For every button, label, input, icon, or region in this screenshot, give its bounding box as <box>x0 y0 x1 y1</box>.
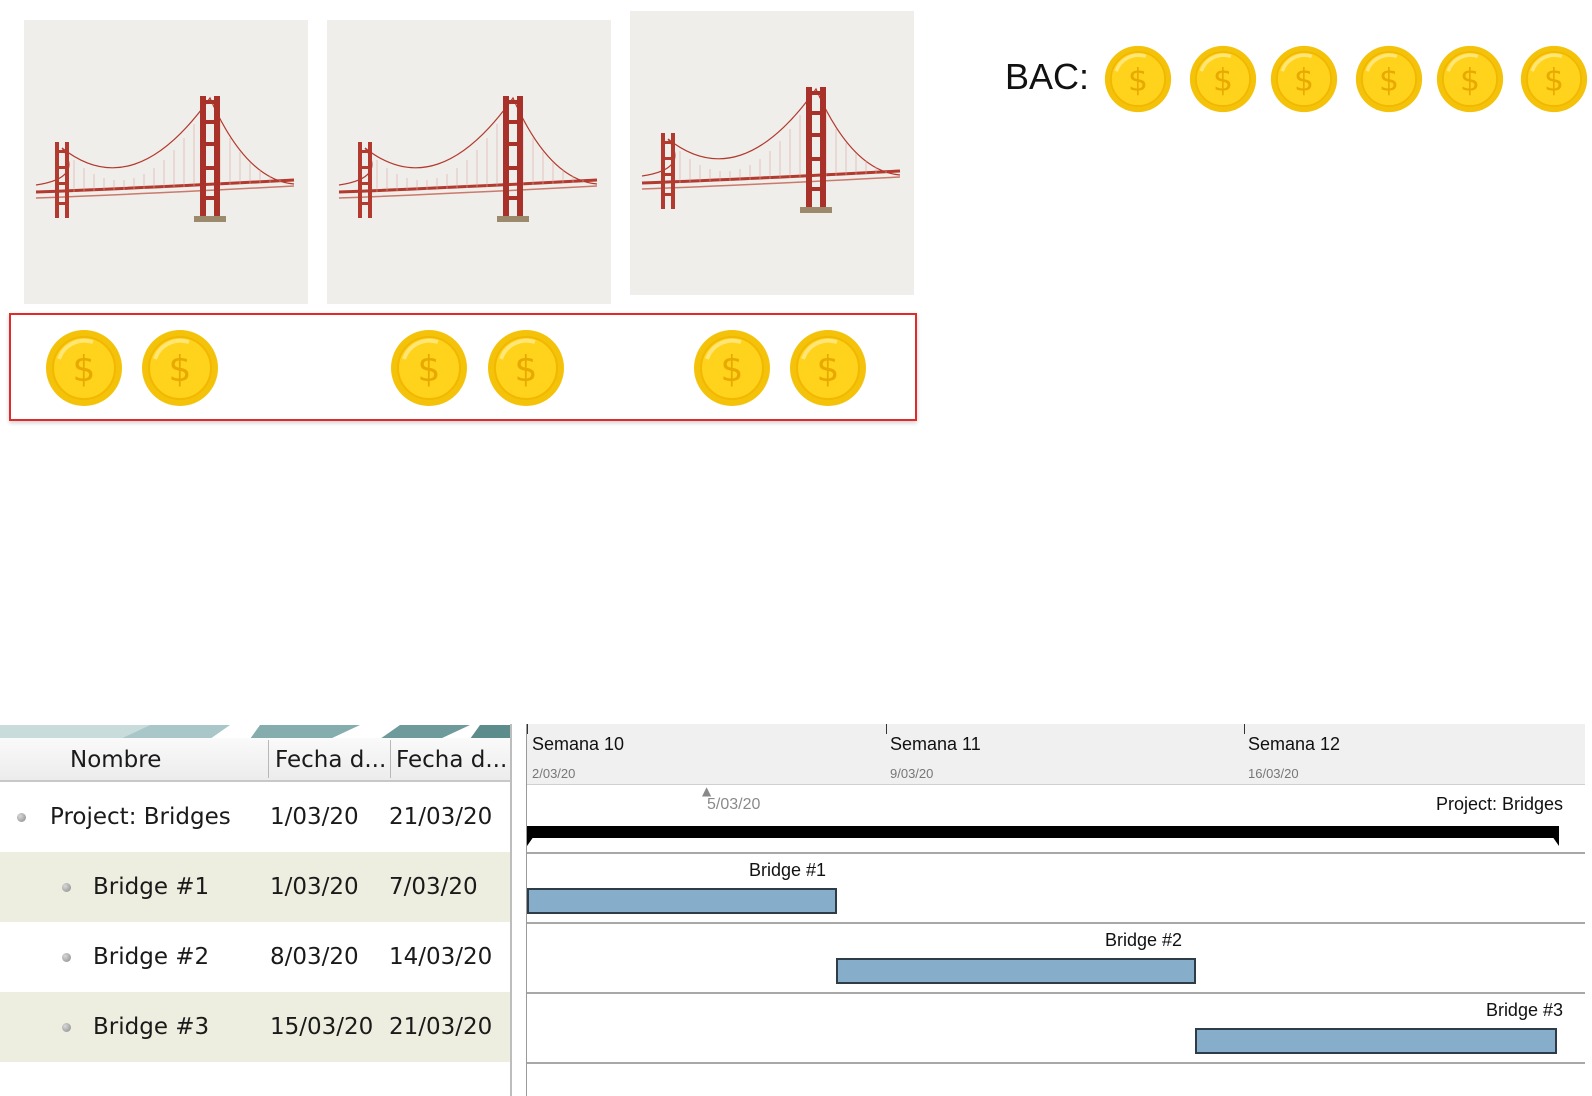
coin-icon: $ <box>45 329 123 407</box>
timeline-header: Semana 10 2/03/20 Semana 11 9/03/20 Sema… <box>527 724 1585 785</box>
bridge-image-2 <box>327 20 611 304</box>
table-header: Nombre Fecha d... Fecha d... <box>0 738 510 782</box>
task-end: 21/03/20 <box>389 804 493 830</box>
svg-text:$: $ <box>1379 62 1399 98</box>
coin-icon: $ <box>1355 45 1423 113</box>
coin-icon: $ <box>789 329 867 407</box>
svg-text:$: $ <box>418 349 441 390</box>
summary-end-cap-icon <box>1545 826 1559 846</box>
bridge-image-3 <box>630 11 914 295</box>
task-start: 1/03/20 <box>270 874 359 900</box>
svg-text:$: $ <box>1213 62 1233 98</box>
gantt-chart: Semana 10 2/03/20 Semana 11 9/03/20 Sema… <box>526 724 1585 1096</box>
task-start: 15/03/20 <box>270 1014 374 1040</box>
task-bar[interactable] <box>1195 1028 1557 1054</box>
week-label: Semana 12 <box>1248 734 1341 754</box>
coin-icon: $ <box>1520 45 1588 113</box>
column-header-end[interactable]: Fecha d... <box>396 738 508 780</box>
week-date: 2/03/20 <box>532 766 576 781</box>
week-date: 16/03/20 <box>1248 766 1299 781</box>
task-bar[interactable] <box>836 958 1196 984</box>
bar-label: Bridge #3 <box>1485 1000 1563 1020</box>
week-label: Semana 11 <box>890 734 981 754</box>
svg-text:$: $ <box>1544 62 1564 98</box>
column-header-start[interactable]: Fecha d... <box>275 738 387 780</box>
today-label: 5/03/20 <box>707 796 761 813</box>
coin-icon: $ <box>487 329 565 407</box>
coin-icon: $ <box>693 329 771 407</box>
gantt-task-table: Nombre Fecha d... Fecha d... Project: Br… <box>0 724 512 1096</box>
coin-icon: $ <box>1270 45 1338 113</box>
bullet-icon <box>17 813 26 822</box>
task-name: Bridge #3 <box>93 1014 210 1040</box>
svg-text:$: $ <box>1294 62 1314 98</box>
task-start: 1/03/20 <box>270 804 359 830</box>
task-end: 7/03/20 <box>389 874 478 900</box>
bullet-icon <box>62 883 71 892</box>
table-row[interactable]: Bridge #1 1/03/20 7/03/20 <box>0 852 510 922</box>
header-decoration <box>0 724 510 738</box>
summary-start-cap-icon <box>527 826 541 846</box>
coin-icon: $ <box>390 329 468 407</box>
svg-text:$: $ <box>73 349 96 390</box>
svg-text:$: $ <box>1128 62 1148 98</box>
bridge-image-1 <box>24 20 308 304</box>
week-label: Semana 10 <box>532 734 625 754</box>
table-row[interactable]: Project: Bridges 1/03/20 21/03/20 <box>0 782 510 852</box>
task-bar[interactable] <box>527 888 837 914</box>
table-row[interactable]: Bridge #3 15/03/20 21/03/20 <box>0 992 510 1062</box>
bac-label: BAC: <box>1005 56 1090 97</box>
bullet-icon <box>62 953 71 962</box>
svg-text:$: $ <box>817 349 840 390</box>
task-name: Bridge #2 <box>93 944 210 970</box>
task-end: 14/03/20 <box>389 944 493 970</box>
column-header-name[interactable]: Nombre <box>70 738 161 780</box>
project-summary-bar[interactable] <box>527 826 1559 838</box>
task-name: Bridge #1 <box>93 874 210 900</box>
coin-icon: $ <box>1436 45 1504 113</box>
bar-label: Project: Bridges <box>1435 794 1563 814</box>
bar-label: Bridge #2 <box>1105 930 1183 950</box>
bar-label: Bridge #1 <box>749 860 827 880</box>
bullet-icon <box>62 1023 71 1032</box>
task-start: 8/03/20 <box>270 944 359 970</box>
table-row[interactable]: Bridge #2 8/03/20 14/03/20 <box>0 922 510 992</box>
task-end: 21/03/20 <box>389 1014 493 1040</box>
svg-text:$: $ <box>1460 62 1480 98</box>
week-date: 9/03/20 <box>890 766 934 781</box>
coin-icon: $ <box>1104 45 1172 113</box>
task-name: Project: Bridges <box>50 804 231 830</box>
svg-text:$: $ <box>721 349 744 390</box>
coin-icon: $ <box>141 329 219 407</box>
svg-text:$: $ <box>515 349 538 390</box>
coin-icon: $ <box>1189 45 1257 113</box>
svg-text:$: $ <box>169 349 192 390</box>
